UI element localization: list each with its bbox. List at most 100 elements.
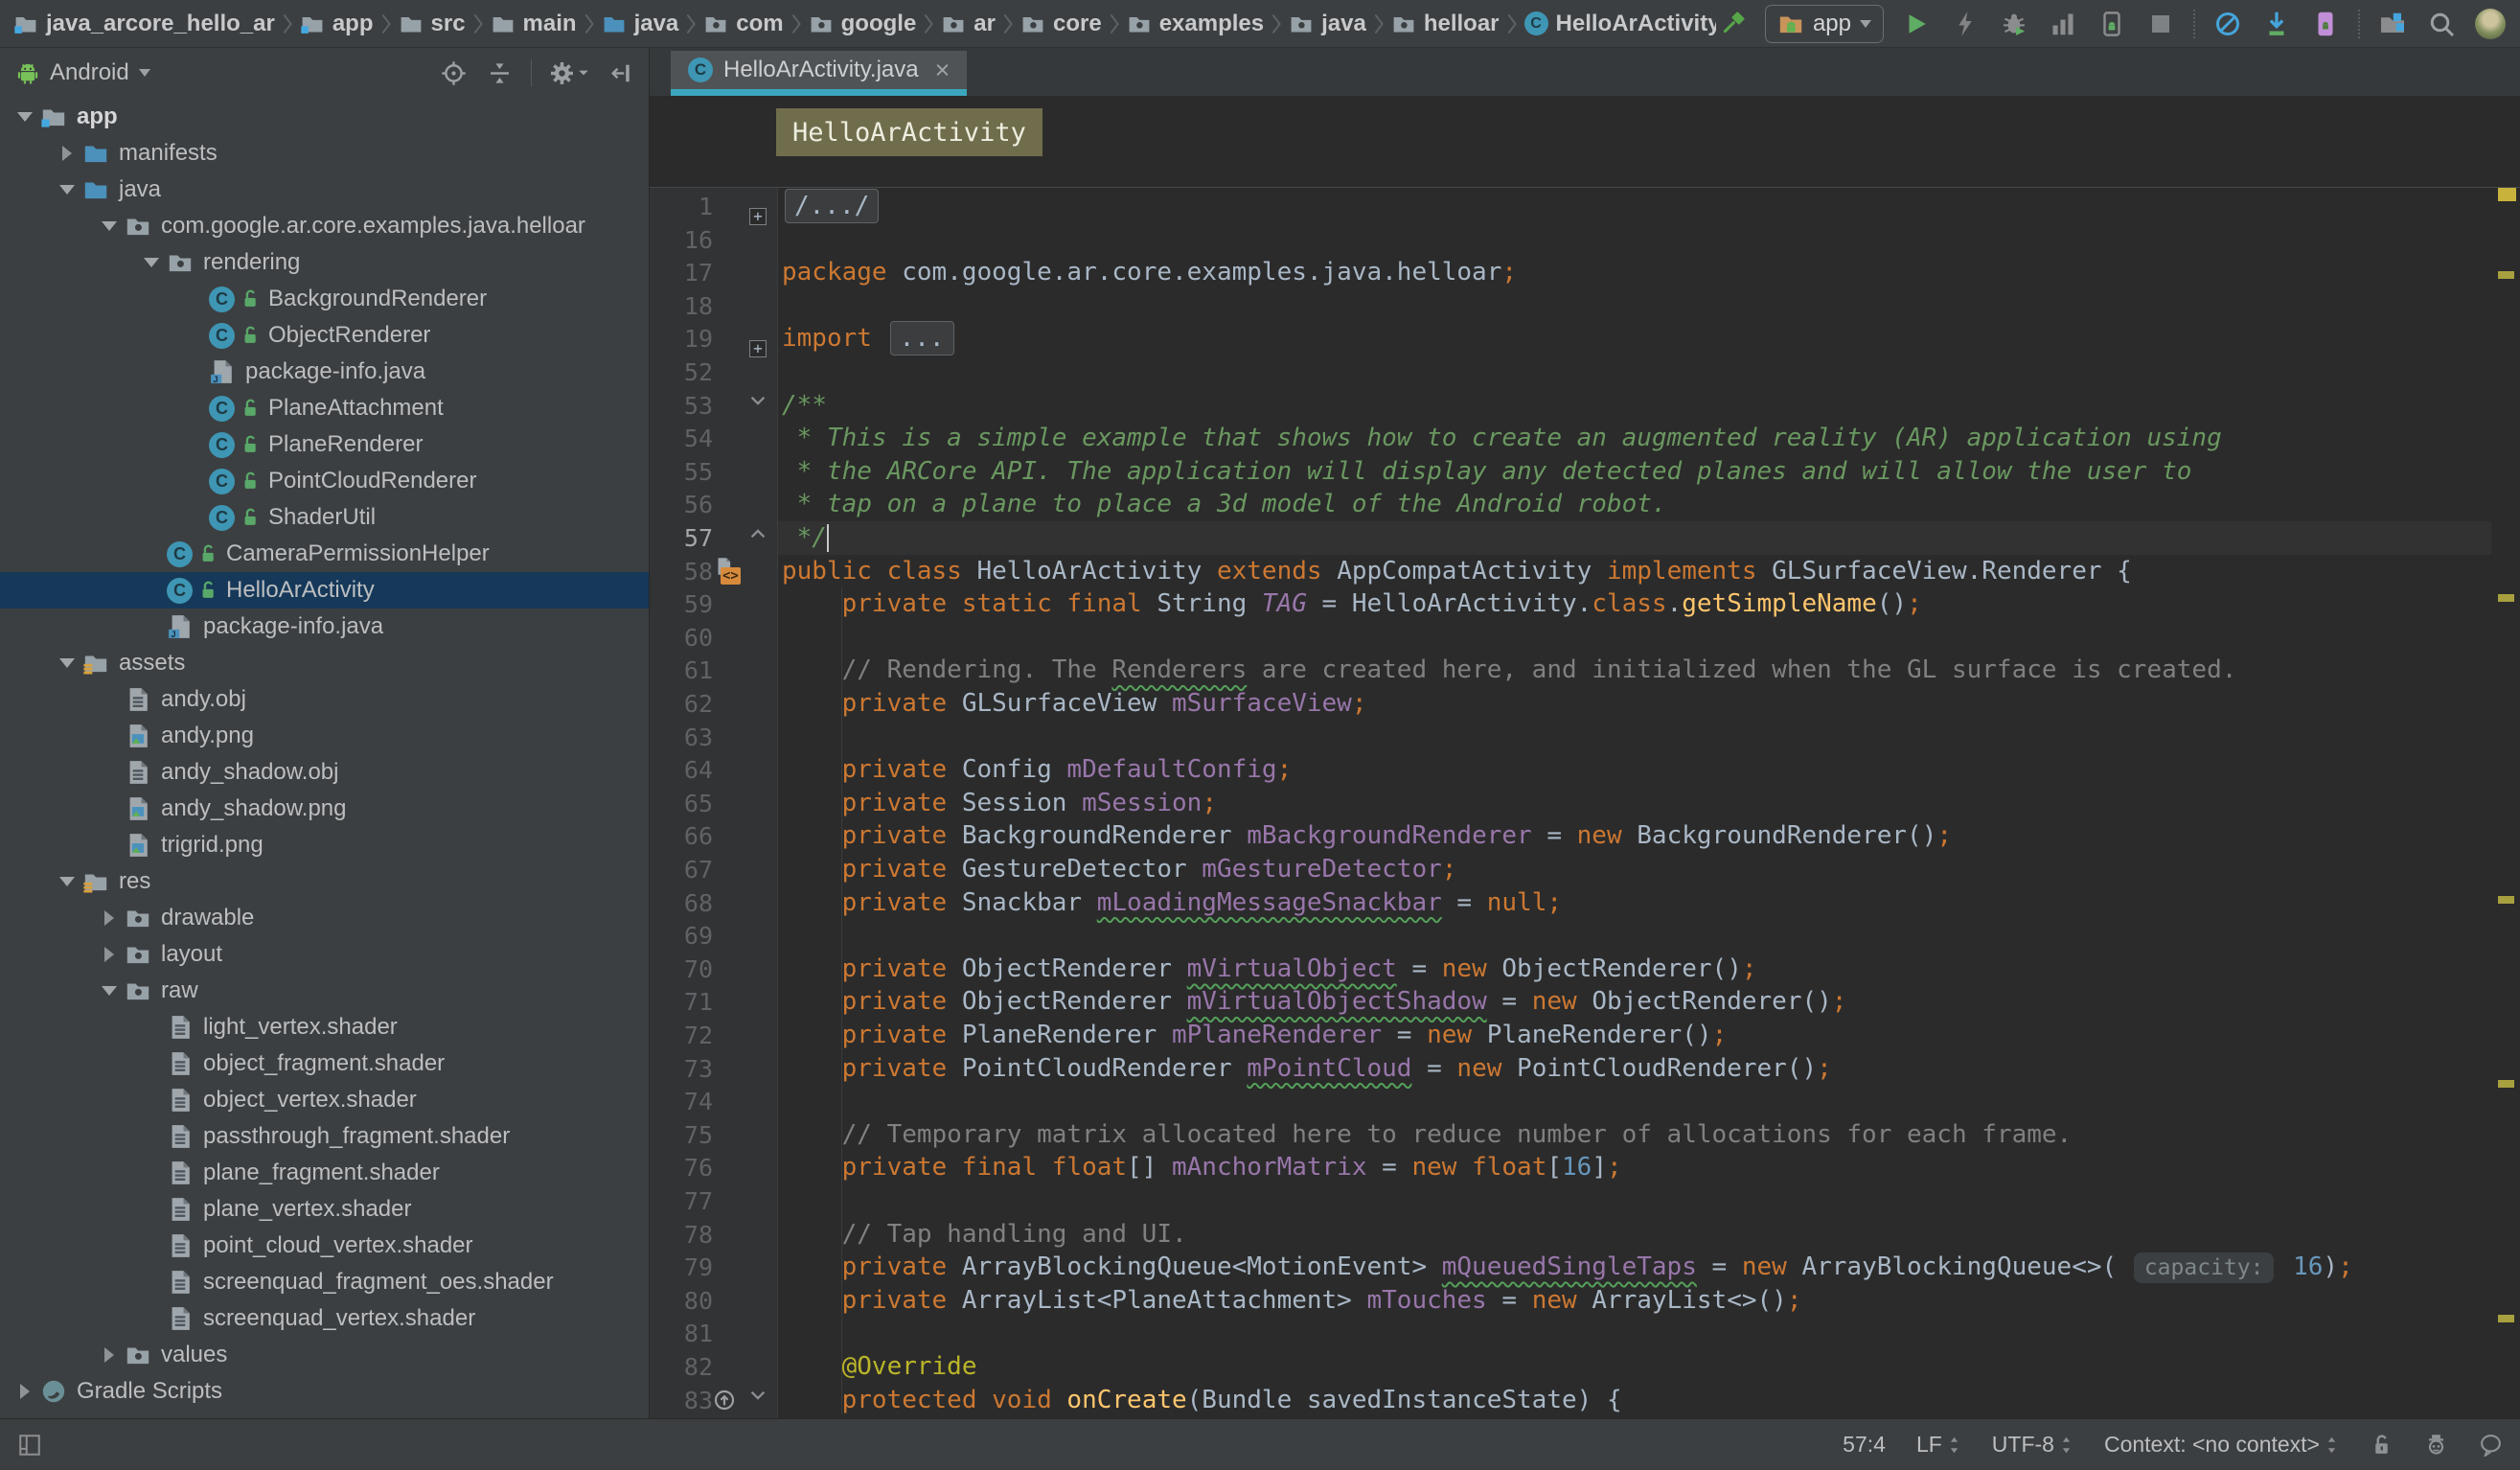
code-line-1[interactable]: 1+/.../: [650, 190, 2520, 223]
tree-item-com-google-ar-core-examples-java-helloar[interactable]: com.google.ar.core.examples.java.helloar: [0, 208, 649, 244]
tree-item-package-info-java[interactable]: Jpackage-info.java: [0, 609, 649, 645]
crumb-helloaractivity[interactable]: CHelloArActivity: [1524, 11, 1716, 37]
unlock-icon[interactable]: [2370, 1433, 2394, 1457]
code-line-72[interactable]: 72 private PlaneRenderer mPlaneRenderer …: [650, 1019, 2520, 1052]
locate-file-button[interactable]: [439, 58, 468, 87]
close-icon[interactable]: ×: [935, 60, 951, 80]
code-line-61[interactable]: 61 // Rendering. The Renderers are creat…: [650, 654, 2520, 687]
code-line-79[interactable]: 79 private ArrayBlockingQueue<MotionEven…: [650, 1251, 2520, 1284]
tool-window-toggle-icon[interactable]: [17, 1433, 42, 1458]
tree-item-res[interactable]: res: [0, 863, 649, 900]
code-line-80[interactable]: 80 private ArrayList<PlaneAttachment> mT…: [650, 1284, 2520, 1318]
crumb-java-arcore-hello-ar[interactable]: java_arcore_hello_ar: [13, 11, 275, 37]
tree-item-assets[interactable]: assets: [0, 645, 649, 681]
tree-item-point-cloud-vertex-shader[interactable]: point_cloud_vertex.shader: [0, 1228, 649, 1264]
code-line-74[interactable]: 74: [650, 1085, 2520, 1118]
chevron-right-icon[interactable]: [10, 1384, 40, 1399]
inspector-profile-icon[interactable]: [2424, 1433, 2448, 1457]
tab-helloaractivity-java[interactable]: C HelloArActivity.java ×: [671, 51, 967, 96]
fold-marker[interactable]: [749, 527, 767, 540]
code-line-52[interactable]: 52: [650, 356, 2520, 389]
code-line-54[interactable]: 54 * This is a simple example that shows…: [650, 422, 2520, 455]
tree-item-manifests[interactable]: manifests: [0, 135, 649, 172]
user-avatar[interactable]: [2474, 8, 2507, 40]
override-icon[interactable]: [713, 1389, 751, 1412]
chevron-down-icon[interactable]: [52, 185, 82, 195]
tree-item-andy-shadow-obj[interactable]: andy_shadow.obj: [0, 754, 649, 791]
tree-item-trigrid-png[interactable]: trigrid.png: [0, 827, 649, 863]
crumb-com[interactable]: com: [703, 11, 783, 37]
tree-item-screenquad-vertex-shader[interactable]: screenquad_vertex.shader: [0, 1300, 649, 1337]
tree-item-screenquad-fragment-oes-shader[interactable]: screenquad_fragment_oes.shader: [0, 1264, 649, 1300]
tree-item-rendering[interactable]: rendering: [0, 244, 649, 281]
run-device-button[interactable]: [2096, 8, 2128, 40]
hide-panel-button[interactable]: [607, 58, 635, 87]
tree-item-shaderutil[interactable]: CShaderUtil: [0, 499, 649, 536]
device-file-explorer-button[interactable]: [2376, 8, 2409, 40]
tree-item-app[interactable]: app: [0, 99, 649, 135]
tree-item-helloaractivity[interactable]: CHelloArActivity: [0, 572, 649, 609]
avd-manager-button[interactable]: [2309, 8, 2342, 40]
code-line-60[interactable]: 60: [650, 621, 2520, 655]
tree-item-passthrough-fragment-shader[interactable]: passthrough_fragment.shader: [0, 1118, 649, 1155]
related-xml-icon[interactable]: <>: [721, 567, 741, 585]
code-area[interactable]: 1+/.../1617package com.google.ar.core.ex…: [650, 188, 2520, 1418]
line-separator-select[interactable]: LF: [1916, 1432, 1961, 1458]
code-line-82[interactable]: 82 @Override: [650, 1350, 2520, 1384]
tree-item-andy-obj[interactable]: andy.obj: [0, 681, 649, 718]
tree-item-backgroundrenderer[interactable]: CBackgroundRenderer: [0, 281, 649, 317]
crumb-google[interactable]: google: [809, 11, 917, 37]
code-line-56[interactable]: 56 * tap on a plane to place a 3d model …: [650, 488, 2520, 521]
code-line-53[interactable]: 53/**: [650, 389, 2520, 423]
profile-button[interactable]: [2047, 8, 2079, 40]
chevron-down-icon[interactable]: [52, 877, 82, 886]
tree-item-pointcloudrenderer[interactable]: CPointCloudRenderer: [0, 463, 649, 499]
tree-item-andy-shadow-png[interactable]: andy_shadow.png: [0, 791, 649, 827]
chevron-down-icon[interactable]: [136, 258, 167, 267]
code-line-59[interactable]: 59 private static final String TAG = Hel…: [650, 587, 2520, 621]
run-button[interactable]: [1900, 8, 1933, 40]
code-line-76[interactable]: 76 private final float[] mAnchorMatrix =…: [650, 1151, 2520, 1184]
tree-item-object-vertex-shader[interactable]: object_vertex.shader: [0, 1082, 649, 1118]
code-line-18[interactable]: 18: [650, 289, 2520, 323]
tree-item-raw[interactable]: raw: [0, 973, 649, 1009]
context-widget[interactable]: Context: <no context>: [2104, 1432, 2339, 1458]
breadcrumb-class-chip[interactable]: HelloArActivity: [776, 108, 1042, 156]
tree-item-planerenderer[interactable]: CPlaneRenderer: [0, 426, 649, 463]
chevron-down-icon[interactable]: [52, 658, 82, 668]
tree-item-gradle-scripts[interactable]: Gradle Scripts: [0, 1373, 649, 1410]
crumb-app[interactable]: app: [300, 11, 374, 37]
fold-marker[interactable]: [749, 395, 767, 407]
code-line-70[interactable]: 70 private ObjectRenderer mVirtualObject…: [650, 953, 2520, 986]
code-line-58[interactable]: 58<>public class HelloArActivity extends…: [650, 555, 2520, 588]
crumb-src[interactable]: src: [399, 11, 466, 37]
chevron-right-icon[interactable]: [52, 146, 82, 161]
code-line-75[interactable]: 75 // Temporary matrix allocated here to…: [650, 1118, 2520, 1152]
code-line-83[interactable]: 83 protected void onCreate(Bundle savedI…: [650, 1384, 2520, 1417]
code-line-78[interactable]: 78 // Tap handling and UI.: [650, 1218, 2520, 1252]
code-line-71[interactable]: 71 private ObjectRenderer mVirtualObject…: [650, 985, 2520, 1019]
apply-changes-button[interactable]: [1949, 8, 1982, 40]
tree-item-plane-fragment-shader[interactable]: plane_fragment.shader: [0, 1155, 649, 1191]
code-line-65[interactable]: 65 private Session mSession;: [650, 787, 2520, 820]
tree-item-plane-vertex-shader[interactable]: plane_vertex.shader: [0, 1191, 649, 1228]
tree-item-values[interactable]: values: [0, 1337, 649, 1373]
code-line-68[interactable]: 68 private Snackbar mLoadingMessageSnack…: [650, 886, 2520, 920]
project-view-selector[interactable]: Android: [50, 59, 129, 86]
tree-item-andy-png[interactable]: andy.png: [0, 718, 649, 754]
crumb-ar[interactable]: ar: [941, 11, 996, 37]
tree-item-light-vertex-shader[interactable]: light_vertex.shader: [0, 1009, 649, 1045]
code-line-73[interactable]: 73 private PointCloudRenderer mPointClou…: [650, 1052, 2520, 1086]
crumb-examples[interactable]: examples: [1127, 11, 1264, 37]
code-line-57[interactable]: 57 */: [650, 521, 2520, 555]
code-line-17[interactable]: 17package com.google.ar.core.examples.ja…: [650, 256, 2520, 289]
crumb-core[interactable]: core: [1020, 11, 1102, 37]
chevron-right-icon[interactable]: [94, 947, 125, 962]
error-stripe[interactable]: [2491, 188, 2520, 1418]
code-line-69[interactable]: 69: [650, 919, 2520, 953]
search-everywhere-button[interactable]: [2425, 8, 2458, 40]
code-line-55[interactable]: 55 * the ARCore API. The application wil…: [650, 455, 2520, 489]
code-line-19[interactable]: 19+import ...: [650, 322, 2520, 356]
tree-item-package-info-java[interactable]: Jpackage-info.java: [0, 354, 649, 390]
collapse-all-button[interactable]: [485, 58, 514, 87]
